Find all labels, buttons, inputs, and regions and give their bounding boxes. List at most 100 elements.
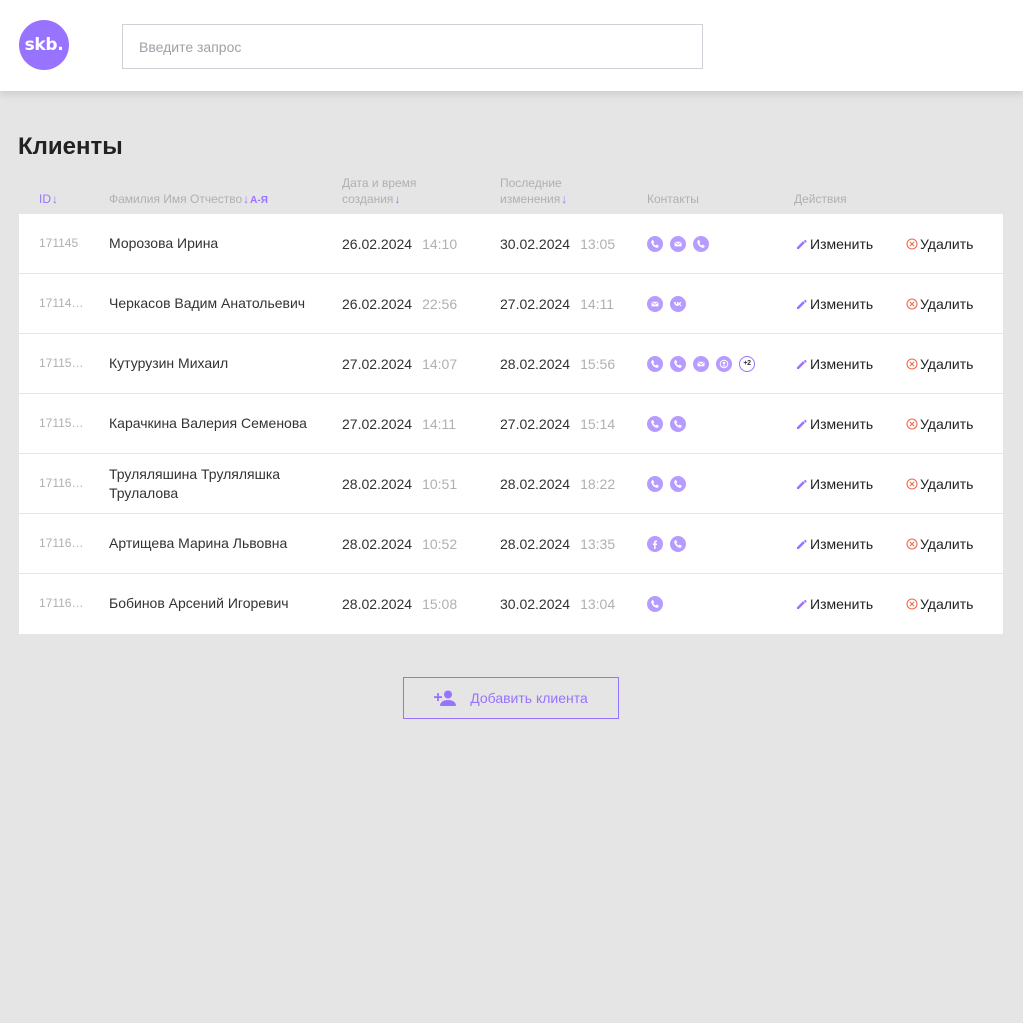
sort-arrow-icon: ↓ — [394, 192, 401, 206]
modified-date: 28.02.2024 — [500, 535, 571, 552]
phone-icon[interactable] — [670, 415, 686, 432]
edit-button[interactable]: Изменить — [795, 394, 895, 453]
edit-button[interactable]: Изменить — [795, 574, 895, 633]
client-id: 17116… — [39, 476, 84, 490]
modified-date: 28.02.2024 — [500, 355, 571, 372]
edit-button[interactable]: Изменить — [795, 514, 895, 573]
clients-table: 171145 Морозова Ирина 26.02.2024 14:10 30.02… — [19, 214, 1003, 634]
created-date: 28.02.2024 — [342, 535, 413, 552]
created-datetime: 27.02.2024 14:11 — [342, 394, 492, 453]
modified-time: 15:14 — [580, 415, 616, 432]
modified-datetime: 27.02.2024 15:14 — [500, 394, 650, 453]
created-date: 28.02.2024 — [342, 595, 413, 612]
client-name: Черкасов Вадим Анатольевич — [109, 295, 306, 311]
top-bar: skb. — [0, 0, 1023, 91]
sort-by-created[interactable]: Дата и время создания↓ — [342, 175, 416, 207]
modified-time: 15:56 — [580, 355, 616, 372]
client-id: 17116… — [39, 536, 84, 550]
client-name: Кутурузин Михаил — [109, 355, 229, 371]
table-row: 17115… Кутурузин Михаил 27.02.2024 14:07 28.… — [19, 334, 1003, 394]
phone-icon[interactable] — [647, 475, 663, 492]
phone-icon[interactable] — [647, 235, 663, 252]
client-id: 17116… — [39, 596, 84, 610]
phone-icon[interactable] — [647, 415, 663, 432]
delete-cross-icon — [905, 537, 919, 551]
facebook-icon[interactable] — [647, 535, 663, 552]
phone-icon[interactable] — [670, 355, 686, 372]
created-datetime: 27.02.2024 14:07 — [342, 334, 492, 393]
client-name: Артищева Марина Львовна — [109, 535, 288, 551]
modified-datetime: 28.02.2024 18:22 — [500, 454, 650, 513]
contacts-list — [647, 574, 787, 633]
contacts-list — [647, 274, 787, 333]
phone-icon[interactable] — [647, 595, 663, 612]
created-date: 26.02.2024 — [342, 235, 413, 252]
modified-date: 30.02.2024 — [500, 235, 571, 252]
sort-arrow-icon: ↓ — [52, 192, 58, 206]
edit-button[interactable]: Изменить — [795, 334, 895, 393]
sort-by-id[interactable]: ID↓ — [39, 191, 58, 207]
created-time: 22:56 — [422, 295, 458, 312]
created-time: 10:51 — [422, 475, 458, 492]
delete-button[interactable]: Удалить — [905, 514, 995, 573]
created-date: 27.02.2024 — [342, 415, 413, 432]
edit-button[interactable]: Изменить — [795, 274, 895, 333]
table-row: 17116… Труляляшина Труляляшка Трулалова 28… — [19, 454, 1003, 514]
modified-date: 30.02.2024 — [500, 595, 571, 612]
pencil-icon — [795, 237, 809, 251]
contacts-list — [647, 394, 787, 453]
sort-by-name[interactable]: Фамилия Имя Отчество↓А-Я — [109, 191, 268, 209]
delete-cross-icon — [905, 357, 919, 371]
created-time: 10:52 — [422, 535, 458, 552]
mail-icon[interactable] — [670, 235, 686, 252]
modified-datetime: 30.02.2024 13:05 — [500, 214, 650, 273]
delete-button[interactable]: Удалить — [905, 334, 995, 393]
more-contacts-button[interactable]: +2 — [739, 355, 755, 372]
search-input[interactable] — [122, 24, 703, 69]
delete-button[interactable]: Удалить — [905, 454, 995, 513]
modified-datetime: 30.02.2024 13:04 — [500, 574, 650, 633]
created-datetime: 28.02.2024 10:52 — [342, 514, 492, 573]
modified-date: 27.02.2024 — [500, 295, 571, 312]
page-title: Клиенты — [18, 133, 123, 160]
delete-button[interactable]: Удалить — [905, 574, 995, 633]
modified-datetime: 28.02.2024 15:56 — [500, 334, 650, 393]
sort-arrow-icon: ↓ — [561, 192, 568, 206]
delete-cross-icon — [905, 417, 919, 431]
table-row: 17115… Карачкина Валерия Семенова 27.02.20… — [19, 394, 1003, 454]
mail-icon[interactable] — [647, 295, 663, 312]
modified-time: 13:35 — [580, 535, 616, 552]
table-row: 171145 Морозова Ирина 26.02.2024 14:10 30.02… — [19, 214, 1003, 274]
phone-icon[interactable] — [670, 535, 686, 552]
user-icon[interactable] — [716, 355, 732, 372]
delete-button[interactable]: Удалить — [905, 214, 995, 273]
contacts-list — [647, 214, 787, 273]
logo: skb. — [19, 20, 69, 70]
pencil-icon — [795, 597, 809, 611]
created-datetime: 28.02.2024 15:08 — [342, 574, 492, 633]
delete-cross-icon — [905, 597, 919, 611]
client-name: Бобинов Арсений Игоревич — [109, 595, 289, 611]
delete-button[interactable]: Удалить — [905, 394, 995, 453]
phone-icon[interactable] — [670, 475, 686, 492]
phone-icon[interactable] — [693, 235, 709, 252]
add-client-button[interactable]: Добавить клиента — [403, 677, 619, 719]
client-name: Труляляшина Труляляшка Трулалова — [109, 465, 281, 501]
modified-date: 28.02.2024 — [500, 475, 571, 492]
created-datetime: 26.02.2024 14:10 — [342, 214, 492, 273]
delete-cross-icon — [905, 297, 919, 311]
delete-cross-icon — [905, 477, 919, 491]
mail-icon[interactable] — [693, 355, 709, 372]
edit-button[interactable]: Изменить — [795, 454, 895, 513]
pencil-icon — [795, 477, 809, 491]
phone-icon[interactable] — [647, 355, 663, 372]
contacts-list — [647, 454, 787, 513]
sort-by-modified[interactable]: Последние изменения↓ — [500, 175, 567, 207]
client-id: 17115… — [39, 356, 84, 370]
created-time: 14:11 — [422, 415, 457, 432]
edit-button[interactable]: Изменить — [795, 214, 895, 273]
vk-icon[interactable] — [670, 295, 686, 312]
modified-time: 13:04 — [580, 595, 616, 612]
delete-button[interactable]: Удалить — [905, 274, 995, 333]
add-user-icon — [434, 690, 457, 706]
